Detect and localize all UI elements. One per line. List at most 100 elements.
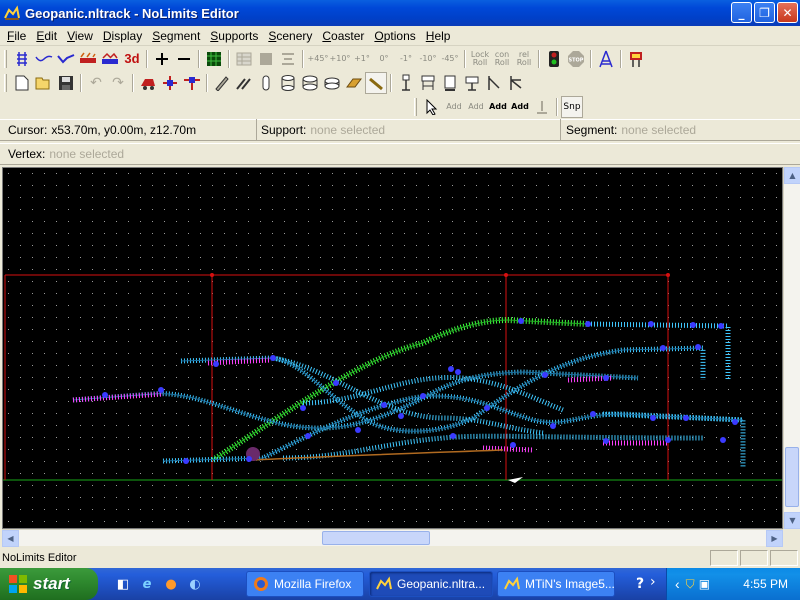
bank-plus10-button[interactable]: +10° (329, 48, 351, 70)
support-box-button[interactable] (439, 72, 461, 94)
vertex-button[interactable] (159, 72, 181, 94)
pencil-button[interactable] (211, 72, 233, 94)
messenger-icon[interactable]: ◐ (186, 575, 204, 593)
footer-tool-button[interactable] (531, 96, 553, 118)
beam-button[interactable] (365, 72, 387, 94)
add-support-button[interactable]: Add (487, 96, 509, 118)
tray-chevron-icon[interactable]: › (650, 574, 656, 590)
scroll-left-button[interactable]: ◀ (2, 530, 19, 547)
menu-view[interactable]: View (62, 29, 98, 43)
menu-options[interactable]: Options (369, 29, 420, 43)
curve-view-button[interactable] (33, 48, 55, 70)
view-3d-button[interactable]: 3d (121, 48, 143, 70)
align-button[interactable] (277, 48, 299, 70)
con-roll-label: con Roll (494, 50, 510, 67)
train-edit-button[interactable] (137, 72, 159, 94)
sign-button[interactable] (625, 48, 647, 70)
zoom-in-button[interactable] (151, 48, 173, 70)
double-pencil-button[interactable] (233, 72, 255, 94)
save-button[interactable] (55, 72, 77, 94)
start-button[interactable]: start (0, 568, 98, 600)
station-view-button[interactable] (99, 48, 121, 70)
toolbar-grip[interactable] (414, 98, 417, 116)
horizontal-scroll-thumb[interactable] (322, 531, 430, 545)
task-image[interactable]: MTiN's Image5... (497, 571, 615, 597)
show-desktop-icon[interactable]: ◧ (114, 575, 132, 593)
traffic-light-button[interactable] (543, 48, 565, 70)
support-diag-button[interactable] (505, 72, 527, 94)
plank-button[interactable] (343, 72, 365, 94)
ie-icon[interactable]: e (138, 575, 156, 593)
bank-minus10-button[interactable]: -10° (417, 48, 439, 70)
track-viewport[interactable] (2, 167, 783, 529)
close-button[interactable]: ✕ (777, 2, 798, 23)
undo-button[interactable]: ↶ (85, 72, 107, 94)
vertical-scroll-thumb[interactable] (785, 447, 799, 507)
menu-display[interactable]: Display (98, 29, 147, 43)
menu-bar: File Edit View Display Segment Supports … (0, 26, 800, 46)
menu-segment[interactable]: Segment (147, 29, 205, 43)
toolbar-grip[interactable] (4, 74, 7, 92)
pillar-button[interactable] (255, 72, 277, 94)
lock-roll-button[interactable]: Lock Roll (469, 48, 491, 70)
security-icon[interactable]: ⛉ (686, 577, 695, 592)
add-node-button[interactable]: Add (443, 96, 465, 118)
spline-view-button[interactable] (55, 48, 77, 70)
bank-zero-button[interactable]: 0° (373, 48, 395, 70)
minimize-button[interactable]: _ (731, 2, 752, 23)
menu-scenery[interactable]: Scenery (263, 29, 317, 43)
block-button[interactable] (255, 48, 277, 70)
support-arm-button[interactable] (483, 72, 505, 94)
arrow-down-icon: ▼ (789, 516, 796, 525)
menu-file[interactable]: File (2, 29, 31, 43)
add-beam-button[interactable]: Add (509, 96, 531, 118)
sign-icon (630, 52, 642, 67)
zoom-out-button[interactable] (173, 48, 195, 70)
menu-edit[interactable]: Edit (31, 29, 62, 43)
expand-tray-icon[interactable]: ‹ (675, 576, 680, 592)
task-firefox[interactable]: Mozilla Firefox (246, 571, 364, 597)
coaster-icon[interactable] (4, 5, 20, 21)
horizontal-scrollbar[interactable]: ◀ ▶ (2, 529, 783, 547)
table-button[interactable] (233, 48, 255, 70)
vertical-scrollbar[interactable]: ▲ ▼ (783, 167, 800, 529)
rel-roll-button[interactable]: rel Roll (513, 48, 535, 70)
grid-button[interactable] (203, 48, 225, 70)
flat-cylinder-button[interactable] (321, 72, 343, 94)
track-canvas[interactable] (3, 168, 783, 529)
redo-button[interactable]: ↷ (107, 72, 129, 94)
open-file-button[interactable] (33, 72, 55, 94)
network-icon[interactable]: ▣ (699, 577, 710, 591)
bank-plus45-button[interactable]: +45° (307, 48, 329, 70)
bank-minus45-button[interactable]: -45° (439, 48, 461, 70)
add-segment-button[interactable]: Add (465, 96, 487, 118)
stop-button[interactable]: STOP (565, 48, 587, 70)
scroll-down-button[interactable]: ▼ (784, 512, 800, 529)
support-pole-button[interactable] (395, 72, 417, 94)
firefox-icon[interactable]: ● (162, 575, 180, 593)
cylinder-button[interactable] (277, 72, 299, 94)
select-tool-button[interactable] (421, 96, 443, 118)
train-view-button[interactable] (77, 48, 99, 70)
restore-button[interactable]: ❐ (754, 2, 775, 23)
stop-icon: STOP (568, 51, 584, 67)
support-footer-button[interactable] (461, 72, 483, 94)
tower-button[interactable] (595, 48, 617, 70)
track-view-button[interactable] (11, 48, 33, 70)
snap-button[interactable]: Snp (561, 96, 583, 118)
menu-coaster[interactable]: Coaster (317, 29, 369, 43)
help-icon[interactable]: ? (636, 576, 644, 592)
new-file-button[interactable] (11, 72, 33, 94)
toolbar-grip[interactable] (4, 50, 7, 68)
bank-minus1-button[interactable]: -1° (395, 48, 417, 70)
support-frame-button[interactable] (417, 72, 439, 94)
wide-cylinder-button[interactable] (299, 72, 321, 94)
menu-help[interactable]: Help (421, 29, 456, 43)
con-roll-button[interactable]: con Roll (491, 48, 513, 70)
menu-supports[interactable]: Supports (205, 29, 263, 43)
bank-plus1-button[interactable]: +1° (351, 48, 373, 70)
scroll-up-button[interactable]: ▲ (784, 167, 800, 184)
task-editor[interactable]: Geopanic.nltra... (369, 571, 493, 597)
scroll-right-button[interactable]: ▶ (766, 530, 783, 547)
join-button[interactable] (181, 72, 203, 94)
